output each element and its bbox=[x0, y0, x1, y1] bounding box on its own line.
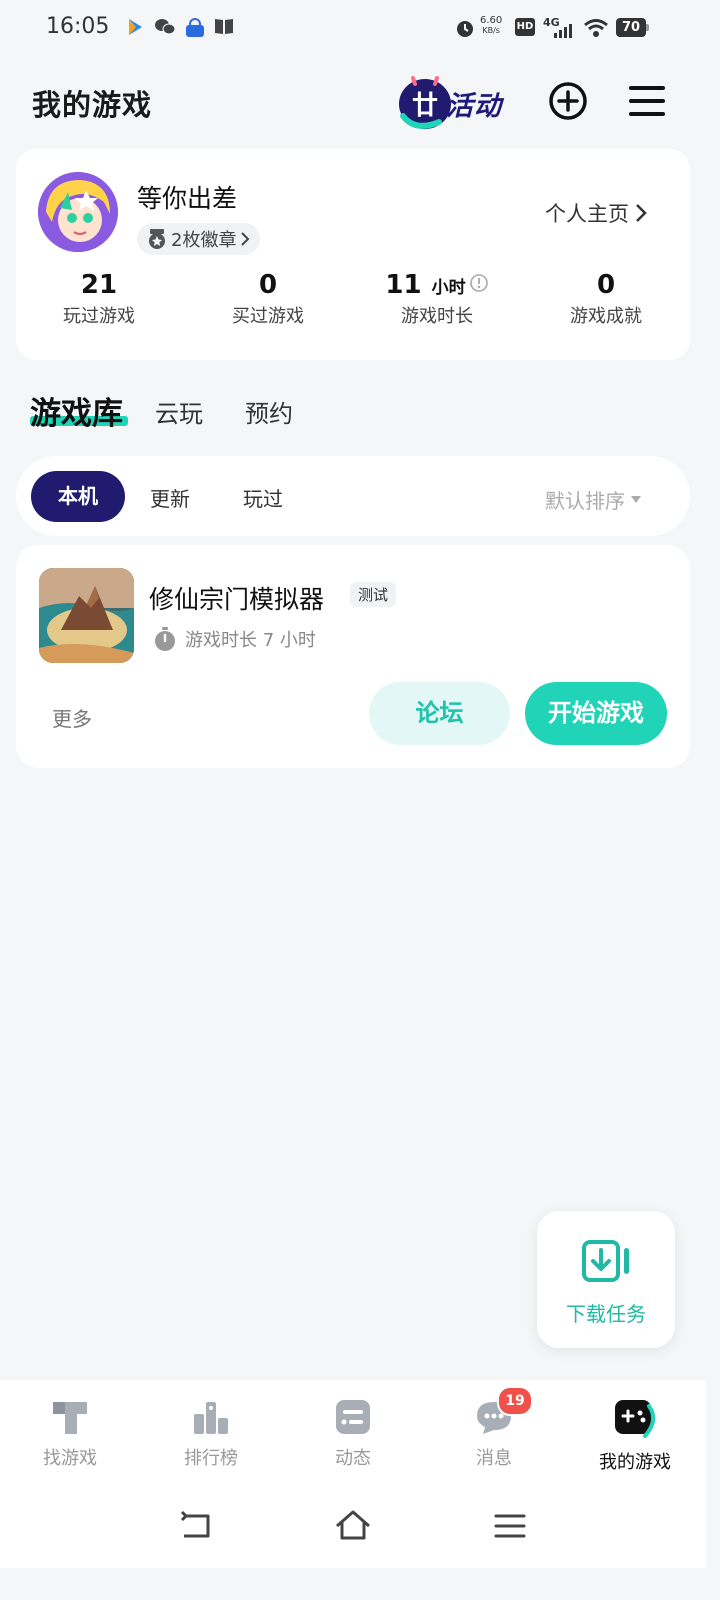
nav-label: 我的游戏 bbox=[599, 1452, 671, 1473]
stat-label: 游戏时长 bbox=[401, 306, 473, 327]
video-app-icon bbox=[129, 19, 142, 35]
network-speed: 6.60 KB/s bbox=[480, 15, 503, 36]
caret-down-icon bbox=[631, 495, 641, 503]
info-icon[interactable] bbox=[469, 273, 489, 293]
stopwatch-icon bbox=[155, 627, 175, 651]
badge-text: 2枚徽章 bbox=[171, 230, 237, 251]
find-game-icon bbox=[53, 1402, 87, 1434]
svg-text:廿: 廿 bbox=[412, 91, 438, 121]
chevron-right-icon bbox=[636, 204, 647, 222]
nav-label: 动态 bbox=[335, 1448, 371, 1469]
status-bar: 16:05 6.60 KB/s HD 4G 70 bbox=[0, 0, 706, 56]
book-icon bbox=[215, 19, 233, 34]
signal-icon bbox=[554, 24, 572, 38]
activity-label[interactable]: 活动 bbox=[446, 84, 502, 123]
stat-value: 21 bbox=[80, 270, 118, 300]
start-game-button[interactable]: 开始游戏 bbox=[525, 682, 667, 745]
nav-find-game[interactable]: 找游戏 bbox=[20, 1396, 120, 1470]
stat-played-games[interactable]: 21 玩过游戏 bbox=[29, 270, 169, 328]
filter-local[interactable]: 本机 bbox=[31, 471, 125, 522]
battery-tip bbox=[646, 24, 649, 31]
wechat-icon bbox=[155, 19, 176, 35]
nav-label: 消息 bbox=[476, 1448, 512, 1469]
filter-update[interactable]: 更新 bbox=[150, 483, 190, 512]
status-time: 16:05 bbox=[46, 14, 110, 39]
tab-reservations[interactable]: 预约 bbox=[245, 394, 293, 429]
page-title: 我的游戏 bbox=[32, 88, 153, 122]
game-tag: 测试 bbox=[350, 582, 397, 607]
stat-purchased-games[interactable]: 0 买过游戏 bbox=[198, 270, 338, 328]
stat-play-time[interactable]: 11 小时 游戏时长 bbox=[366, 270, 508, 328]
sort-dropdown[interactable]: 默认排序 bbox=[545, 485, 641, 514]
stat-label: 游戏成就 bbox=[570, 306, 642, 327]
home-icon[interactable] bbox=[334, 1508, 372, 1544]
avatar[interactable] bbox=[38, 172, 118, 252]
download-tasks-label[interactable]: 下载任务 bbox=[537, 1298, 675, 1327]
profile-card bbox=[16, 149, 690, 360]
nav-feed[interactable]: 动态 bbox=[303, 1396, 403, 1470]
tab-game-library[interactable]: 游戏库 bbox=[30, 388, 123, 433]
recent-apps-icon[interactable] bbox=[494, 1508, 526, 1544]
profile-link[interactable]: 个人主页 bbox=[545, 198, 647, 228]
feed-icon bbox=[336, 1400, 370, 1434]
more-button[interactable]: 更多 bbox=[52, 703, 92, 732]
chevron-right-icon bbox=[241, 232, 250, 246]
forum-button[interactable]: 论坛 bbox=[369, 682, 510, 745]
badge-chip[interactable]: 2枚徽章 bbox=[137, 223, 261, 255]
stat-value: 11 bbox=[385, 270, 422, 300]
nav-ranking[interactable]: 排行榜 bbox=[161, 1396, 261, 1470]
ranking-icon bbox=[194, 1402, 228, 1434]
stat-value: 0 bbox=[596, 270, 616, 300]
alarm-icon bbox=[457, 21, 473, 37]
filter-played[interactable]: 玩过 bbox=[243, 483, 283, 512]
back-icon[interactable] bbox=[178, 1508, 214, 1544]
avatar-character-icon bbox=[38, 172, 118, 252]
my-games-icon bbox=[615, 1400, 656, 1438]
playtime-text: 游戏时长 7 小时 bbox=[185, 630, 316, 651]
wifi-icon bbox=[584, 19, 608, 37]
stat-label: 玩过游戏 bbox=[63, 306, 135, 327]
sort-label: 默认排序 bbox=[545, 489, 625, 513]
username: 等你出差 bbox=[137, 184, 238, 213]
game-playtime: 游戏时长 7 小时 bbox=[153, 626, 316, 652]
stat-label: 买过游戏 bbox=[232, 306, 304, 327]
medal-icon bbox=[149, 229, 165, 249]
hd-indicator: HD bbox=[515, 18, 535, 36]
stat-achievements[interactable]: 0 游戏成就 bbox=[536, 270, 676, 328]
download-icon[interactable] bbox=[582, 1240, 632, 1282]
add-icon[interactable] bbox=[548, 81, 588, 121]
menu-icon[interactable] bbox=[628, 84, 666, 118]
profile-link-label: 个人主页 bbox=[545, 202, 629, 226]
nav-label: 排行榜 bbox=[184, 1448, 238, 1469]
game-art-icon bbox=[39, 568, 134, 663]
stat-unit: 小时 bbox=[431, 278, 466, 298]
nav-my-games[interactable]: 我的游戏 bbox=[585, 1396, 685, 1474]
nav-label: 找游戏 bbox=[43, 1448, 97, 1469]
game-title[interactable]: 修仙宗门模拟器 bbox=[149, 580, 324, 616]
battery-indicator: 70 bbox=[616, 18, 646, 37]
message-count-badge: 19 bbox=[497, 1386, 533, 1416]
cloud-app-icon bbox=[186, 18, 204, 37]
stat-value: 0 bbox=[258, 270, 278, 300]
tab-cloud-play[interactable]: 云玩 bbox=[155, 394, 203, 429]
game-thumbnail[interactable] bbox=[39, 568, 134, 663]
